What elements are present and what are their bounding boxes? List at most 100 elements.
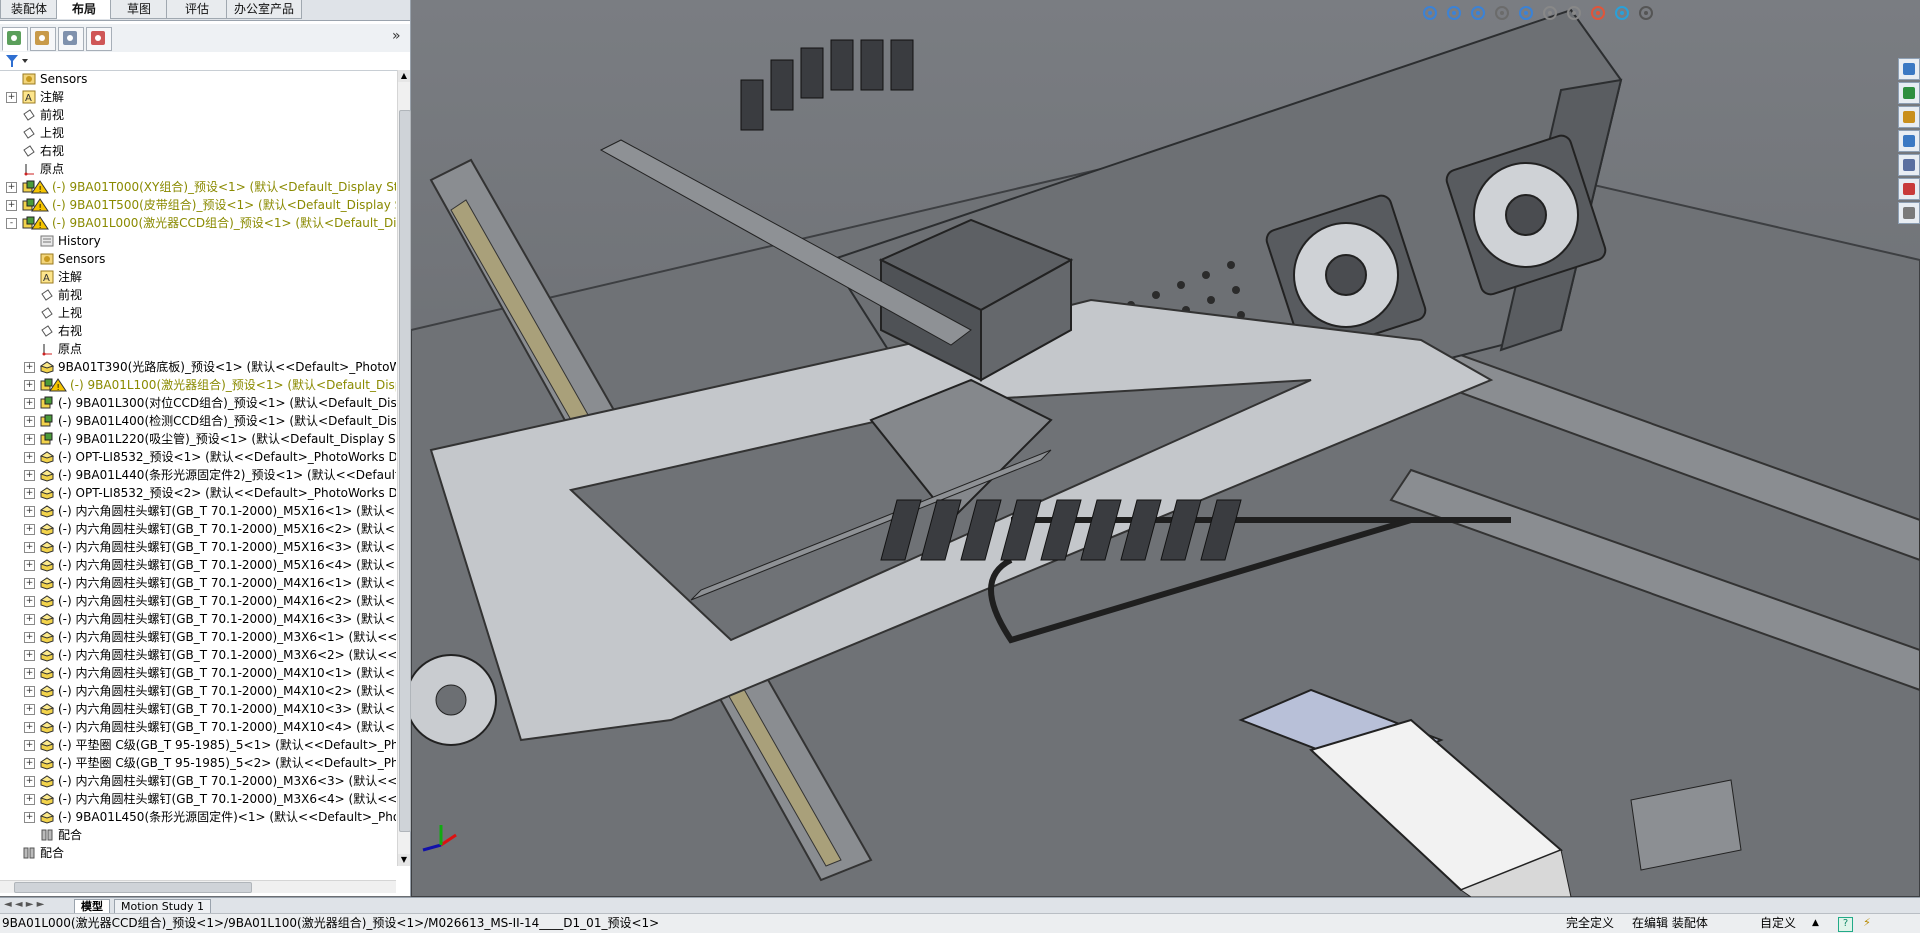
- tree-item[interactable]: Sensors: [0, 250, 396, 268]
- expander-icon[interactable]: +: [24, 398, 35, 409]
- expander-icon[interactable]: +: [24, 794, 35, 805]
- file-explorer-icon[interactable]: [1898, 106, 1920, 128]
- expander-icon[interactable]: +: [6, 200, 17, 211]
- appearances-icon[interactable]: [1898, 178, 1920, 200]
- tree-item[interactable]: +! (-) 9BA01L100(激光器组合)_预设<1> (默认<Default…: [0, 376, 396, 394]
- tree-item[interactable]: 上视: [0, 124, 396, 142]
- hide-show-icon[interactable]: [1565, 4, 1583, 22]
- scroll-thumb[interactable]: [399, 110, 411, 832]
- expander-icon[interactable]: +: [24, 722, 35, 733]
- expander-icon[interactable]: +: [24, 776, 35, 787]
- tree-item[interactable]: + (-) 9BA01L400(检测CCD组合)_预设<1> (默认<Defaul…: [0, 412, 396, 430]
- solidworks-resources-icon[interactable]: [1898, 58, 1920, 80]
- expander-icon[interactable]: +: [24, 524, 35, 535]
- tree-item[interactable]: + (-) 内六角圆柱头螺钉(GB_T 70.1-2000)_M3X6<2> (默…: [0, 646, 396, 664]
- feature-manager-icon[interactable]: [2, 27, 28, 51]
- expander-icon[interactable]: +: [24, 812, 35, 823]
- custom-properties-icon[interactable]: [1898, 202, 1920, 224]
- expander-icon[interactable]: -: [6, 218, 17, 229]
- previous-view-icon[interactable]: [1469, 4, 1487, 22]
- tab-2[interactable]: 草图: [110, 0, 168, 19]
- tree-item[interactable]: + (-) 内六角圆柱头螺钉(GB_T 70.1-2000)_M5X16<1> (…: [0, 502, 396, 520]
- expander-icon[interactable]: +: [24, 488, 35, 499]
- units-dropdown-icon[interactable]: ▲: [1812, 914, 1819, 933]
- scroll-down-button[interactable]: ▼: [398, 854, 410, 866]
- tree-item[interactable]: + (-) 内六角圆柱头螺钉(GB_T 70.1-2000)_M4X16<1> (…: [0, 574, 396, 592]
- expander-icon[interactable]: +: [24, 704, 35, 715]
- view-settings-icon[interactable]: [1637, 4, 1655, 22]
- view-orientation-icon[interactable]: [1517, 4, 1535, 22]
- tree-item[interactable]: -! (-) 9BA01L000(激光器CCD组合)_预设<1> (默认<Defa…: [0, 214, 396, 232]
- display-manager-icon[interactable]: [86, 27, 112, 51]
- expander-icon[interactable]: +: [24, 632, 35, 643]
- expander-icon[interactable]: +: [24, 470, 35, 481]
- zoom-to-fit-icon[interactable]: [1421, 4, 1439, 22]
- tree-item[interactable]: 右视: [0, 322, 396, 340]
- property-manager-icon[interactable]: [30, 27, 56, 51]
- expander-icon[interactable]: +: [24, 542, 35, 553]
- tree-item[interactable]: +! (-) 9BA01T500(皮带组合)_预设<1> (默认<Default_…: [0, 196, 396, 214]
- tree-item[interactable]: 前视: [0, 106, 396, 124]
- expander-icon[interactable]: +: [24, 506, 35, 517]
- expander-icon[interactable]: +: [6, 92, 17, 103]
- filter-icon[interactable]: [4, 53, 30, 69]
- expander-icon[interactable]: +: [24, 452, 35, 463]
- expander-icon[interactable]: +: [24, 380, 35, 391]
- tree-item[interactable]: + (-) 内六角圆柱头螺钉(GB_T 70.1-2000)_M5X16<3> (…: [0, 538, 396, 556]
- display-style-icon[interactable]: [1541, 4, 1559, 22]
- tree-item[interactable]: + (-) 内六角圆柱头螺钉(GB_T 70.1-2000)_M4X10<3> (…: [0, 700, 396, 718]
- tree-item[interactable]: 前视: [0, 286, 396, 304]
- section-view-icon[interactable]: [1493, 4, 1511, 22]
- tree-item[interactable]: + (-) OPT-LI8532_预设<1> (默认<<Default>_Phot…: [0, 448, 396, 466]
- status-units[interactable]: 自定义: [1760, 914, 1796, 933]
- tree-item[interactable]: A 注解: [0, 268, 396, 286]
- tree-item[interactable]: + (-) 内六角圆柱头螺钉(GB_T 70.1-2000)_M4X16<3> (…: [0, 610, 396, 628]
- expander-icon[interactable]: +: [24, 416, 35, 427]
- tree-item[interactable]: + (-) 内六角圆柱头螺钉(GB_T 70.1-2000)_M3X6<1> (默…: [0, 628, 396, 646]
- tree-item[interactable]: + (-) OPT-LI8532_预设<2> (默认<<Default>_Phot…: [0, 484, 396, 502]
- expander-icon[interactable]: +: [24, 686, 35, 697]
- expander-icon[interactable]: +: [24, 596, 35, 607]
- configuration-manager-icon[interactable]: [58, 27, 84, 51]
- scene-icon[interactable]: [1613, 4, 1631, 22]
- tree-item[interactable]: + (-) 内六角圆柱头螺钉(GB_T 70.1-2000)_M4X10<4> (…: [0, 718, 396, 736]
- expander-icon[interactable]: +: [6, 182, 17, 193]
- tree-item[interactable]: + (-) 9BA01L300(对位CCD组合)_预设<1> (默认<Defaul…: [0, 394, 396, 412]
- tab-0[interactable]: 装配体: [0, 0, 58, 19]
- tree-item[interactable]: + (-) 9BA01L450(条形光源固定件)<1> (默认<<Default>…: [0, 808, 396, 826]
- tree-item[interactable]: + (-) 9BA01L440(条形光源固定件2)_预设<1> (默认<<Defa…: [0, 466, 396, 484]
- tree-item[interactable]: 右视: [0, 142, 396, 160]
- expander-icon[interactable]: +: [24, 650, 35, 661]
- expander-icon[interactable]: +: [24, 668, 35, 679]
- expander-icon[interactable]: +: [24, 560, 35, 571]
- tree-item[interactable]: 原点: [0, 160, 396, 178]
- tree-item[interactable]: +! (-) 9BA01T000(XY组合)_预设<1> (默认<Default_…: [0, 178, 396, 196]
- scroll-up-button[interactable]: ▲: [398, 70, 410, 82]
- tree-item[interactable]: History: [0, 232, 396, 250]
- graphics-area[interactable]: [411, 0, 1920, 897]
- tree-item[interactable]: + (-) 内六角圆柱头螺钉(GB_T 70.1-2000)_M5X16<4> (…: [0, 556, 396, 574]
- tab-4[interactable]: 办公室产品: [226, 0, 302, 19]
- tree-item[interactable]: 上视: [0, 304, 396, 322]
- expander-icon[interactable]: +: [24, 578, 35, 589]
- tab-1[interactable]: 布局: [56, 0, 112, 19]
- search-icon[interactable]: [1898, 130, 1920, 152]
- expander-icon[interactable]: +: [24, 362, 35, 373]
- rebuild-icon[interactable]: ⚡: [1860, 916, 1874, 930]
- expander-icon[interactable]: +: [24, 758, 35, 769]
- horizontal-scrollbar[interactable]: [0, 880, 396, 893]
- tree-item[interactable]: Sensors: [0, 70, 396, 88]
- vertical-scrollbar[interactable]: ▲ ▼: [397, 70, 411, 866]
- hscroll-thumb[interactable]: [14, 882, 252, 893]
- tree-item[interactable]: + (-) 内六角圆柱头螺钉(GB_T 70.1-2000)_M3X6<4> (默…: [0, 790, 396, 808]
- tree-item[interactable]: + (-) 内六角圆柱头螺钉(GB_T 70.1-2000)_M4X16<2> (…: [0, 592, 396, 610]
- tree-item[interactable]: + (-) 内六角圆柱头螺钉(GB_T 70.1-2000)_M3X6<3> (默…: [0, 772, 396, 790]
- edit-appearance-icon[interactable]: [1589, 4, 1607, 22]
- tree-item[interactable]: 配合: [0, 826, 396, 844]
- tree-item[interactable]: + (-) 平垫圈 C级(GB_T 95-1985)_5<1> (默认<<Defa…: [0, 736, 396, 754]
- tree-item[interactable]: + (-) 内六角圆柱头螺钉(GB_T 70.1-2000)_M4X10<1> (…: [0, 664, 396, 682]
- tree-item[interactable]: 配合: [0, 844, 396, 862]
- tree-item[interactable]: + (-) 平垫圈 C级(GB_T 95-1985)_5<2> (默认<<Defa…: [0, 754, 396, 772]
- design-library-icon[interactable]: [1898, 82, 1920, 104]
- expander-icon[interactable]: +: [24, 614, 35, 625]
